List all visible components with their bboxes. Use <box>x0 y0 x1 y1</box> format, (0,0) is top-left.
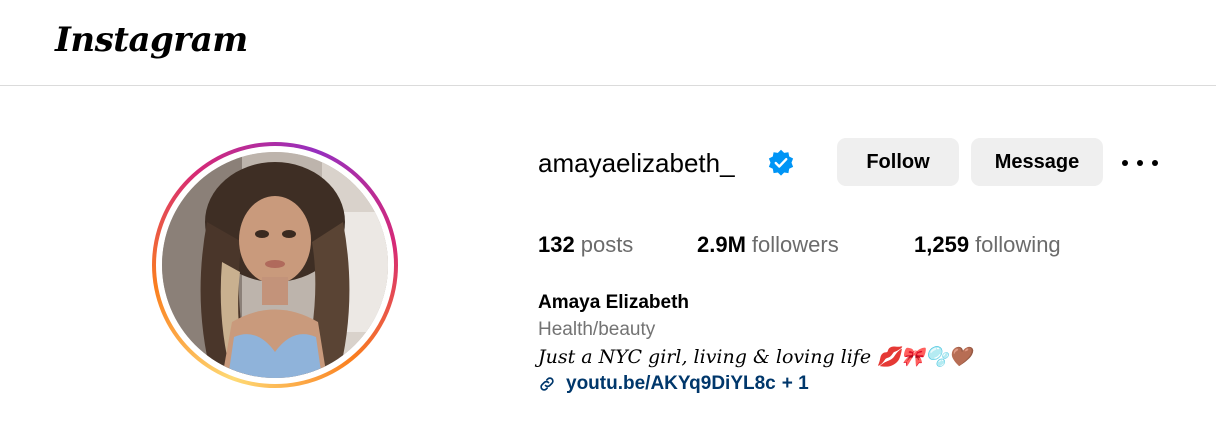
avatar-photo <box>162 152 388 378</box>
more-options-icon[interactable] <box>1122 153 1158 173</box>
profile-bio: Just a NYC girl, living & loving life 💋🎀… <box>538 346 972 368</box>
instagram-logo[interactable]: Instagram <box>55 20 248 60</box>
profile-category: Health/beauty <box>538 319 656 340</box>
followers-stat[interactable]: 2.9M followers <box>697 230 839 260</box>
following-stat[interactable]: 1,259 following <box>914 230 1061 260</box>
following-label: following <box>975 232 1061 257</box>
followers-label: followers <box>751 232 839 257</box>
profile-username: amayaelizabeth_ <box>538 148 735 178</box>
followers-count: 2.9M <box>697 232 746 257</box>
posts-stat: 132 posts <box>538 230 633 260</box>
posts-label: posts <box>580 232 634 257</box>
posts-count: 132 <box>538 232 575 257</box>
link-url[interactable]: youtu.be/AKYq9DiYL8c <box>566 371 776 397</box>
top-navbar: Instagram <box>0 0 1216 86</box>
link-more-count[interactable]: + 1 <box>782 371 809 397</box>
follow-button[interactable]: Follow <box>837 138 959 186</box>
profile-avatar-story-ring[interactable] <box>152 142 398 388</box>
verified-badge-icon <box>768 149 794 176</box>
link-icon <box>540 377 554 391</box>
profile-full-name: Amaya Elizabeth <box>538 292 689 313</box>
avatar[interactable] <box>162 152 388 378</box>
profile-link[interactable]: youtu.be/AKYq9DiYL8c + 1 <box>538 371 809 397</box>
message-button[interactable]: Message <box>971 138 1103 186</box>
following-count: 1,259 <box>914 232 970 257</box>
